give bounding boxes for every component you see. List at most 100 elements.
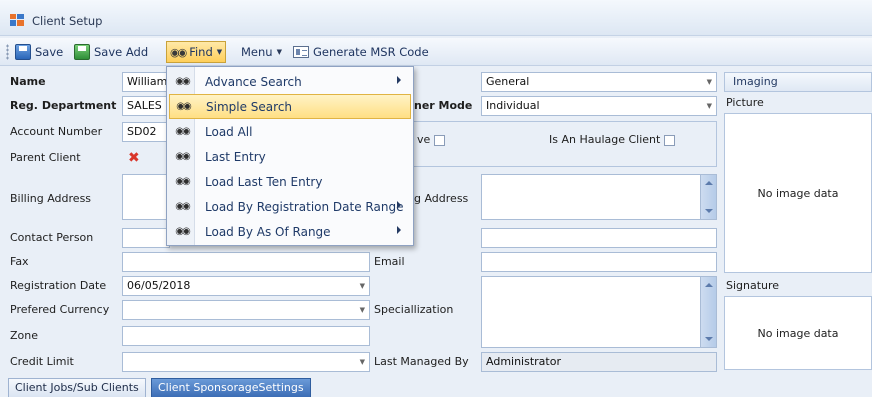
binoculars-icon: ◉◉ [175, 151, 190, 162]
account-number-label: Account Number [10, 125, 103, 138]
email-label: Email [374, 255, 405, 268]
haulage-checkbox-row[interactable]: Is An Haulage Client [549, 130, 676, 150]
generate-msr-button[interactable]: Generate MSR Code [290, 42, 432, 62]
credit-limit-label: Credit Limit [10, 355, 74, 368]
tab-client-jobs[interactable]: Client Jobs/Sub Clients [8, 378, 146, 397]
binoculars-icon: ◉◉ [170, 45, 187, 59]
reg-department-label: Reg. Department [10, 99, 117, 112]
haulage-checkbox[interactable] [664, 134, 676, 146]
save-add-button[interactable]: Save Add [71, 42, 151, 62]
registration-date-picker[interactable]: 06/05/2018 ▼ [122, 276, 370, 296]
menu-item-load-by-as-of-range[interactable]: ◉◉ Load By As Of Range [169, 219, 411, 244]
window-title: Client Setup [32, 14, 103, 28]
email-input[interactable] [481, 252, 717, 272]
credit-limit-select[interactable]: ▼ [122, 352, 370, 372]
submenu-arrow-icon [397, 201, 401, 209]
category-select[interactable]: General ▼ [481, 72, 717, 92]
menu-item-label: Simple Search [206, 99, 293, 114]
client-setup-window: Client Setup Save Save Add ◉◉ Find ▼ Men… [0, 0, 872, 397]
menu-item-simple-search[interactable]: ◉◉ Simple Search [169, 94, 411, 119]
chevron-down-icon[interactable]: ▼ [360, 301, 365, 319]
active-checkbox[interactable] [434, 134, 446, 146]
menu-item-label: Last Entry [205, 149, 266, 164]
owner-mode-value: Individual [486, 99, 540, 112]
registration-date-value: 06/05/2018 [127, 279, 191, 292]
preferred-currency-label: Prefered Currency [10, 303, 110, 316]
menu-item-advance-search[interactable]: ◉◉ Advance Search [169, 69, 411, 94]
menu-item-label: Load By As Of Range [205, 224, 331, 239]
chevron-down-icon[interactable]: ▼ [707, 73, 712, 91]
chevron-down-icon[interactable]: ▼ [360, 277, 365, 295]
owner-mode-select[interactable]: Individual ▼ [481, 96, 717, 116]
menu-item-load-all[interactable]: ◉◉ Load All [169, 119, 411, 144]
preferred-currency-select[interactable]: ▼ [122, 300, 370, 320]
shipping-address-input[interactable] [481, 174, 717, 220]
generate-msr-label: Generate MSR Code [313, 45, 429, 59]
id-card-icon [293, 46, 309, 58]
menu-item-last-entry[interactable]: ◉◉ Last Entry [169, 144, 411, 169]
client-flags-group: ve Is An Haulage Client [372, 121, 717, 167]
account-number-input[interactable]: SD02 [122, 122, 170, 142]
toolbar-grip[interactable] [6, 44, 9, 60]
picture-box[interactable]: No image data [724, 113, 872, 273]
toolbar: Save Save Add ◉◉ Find ▼ Menu ▼ Generate … [0, 38, 872, 66]
chevron-down-icon: ▼ [276, 48, 282, 56]
menu-label: Menu [241, 45, 273, 59]
menu-item-load-last-ten-entry[interactable]: ◉◉ Load Last Ten Entry [169, 169, 411, 194]
find-button[interactable]: ◉◉ Find ▼ [166, 41, 227, 63]
menu-item-label: Load By Registration Date Range [205, 199, 404, 214]
billing-address-input[interactable] [122, 174, 170, 220]
last-managed-by-value: Administrator [481, 352, 717, 372]
binoculars-icon: ◉◉ [175, 176, 190, 187]
reg-department-select[interactable]: SALES D [122, 96, 170, 116]
menu-button[interactable]: Menu ▼ [238, 42, 285, 62]
category-value: General [486, 75, 530, 88]
fax-input[interactable] [122, 252, 370, 272]
haulage-label: Is An Haulage Client [549, 133, 661, 146]
save-button[interactable]: Save [12, 42, 66, 62]
binoculars-icon: ◉◉ [175, 226, 190, 237]
specialization-input[interactable] [481, 276, 717, 348]
billing-address-label: Billing Address [10, 192, 92, 205]
last-managed-by-label: Last Managed By [374, 355, 469, 368]
zone-input[interactable] [122, 326, 370, 346]
owner-mode-label: ner Mode [414, 99, 473, 112]
active-label: ve [417, 133, 431, 146]
submenu-arrow-icon [397, 226, 401, 234]
menu-item-label: Load All [205, 124, 253, 139]
clear-parent-client-icon[interactable]: ✖ [128, 151, 140, 165]
parent-client-label: Parent Client [10, 151, 81, 164]
scrollbar[interactable] [700, 277, 716, 347]
fax-label: Fax [10, 255, 29, 268]
registration-date-label: Registration Date [10, 279, 107, 292]
menu-item-load-by-registration-date-range[interactable]: ◉◉ Load By Registration Date Range [169, 194, 411, 219]
menu-item-label: Load Last Ten Entry [205, 174, 323, 189]
name-input[interactable]: Williams [122, 72, 170, 92]
signature-box[interactable]: No image data [724, 296, 872, 370]
name-label: Name [10, 75, 46, 88]
save-label: Save [35, 45, 64, 59]
active-checkbox-row[interactable]: ve [417, 130, 446, 150]
specialization-label: Speciallization [374, 303, 454, 316]
shipping-contact-input[interactable] [481, 228, 717, 248]
imaging-header[interactable]: Imaging [724, 72, 872, 92]
zone-label: Zone [10, 329, 39, 342]
find-dropdown-menu: ◉◉ Advance Search ◉◉ Simple Search ◉◉ Lo… [166, 66, 414, 246]
save-add-icon [74, 44, 90, 60]
contact-person-label: Contact Person [10, 231, 94, 244]
chevron-down-icon[interactable]: ▼ [360, 353, 365, 371]
app-icon [10, 14, 24, 26]
signature-label: Signature [726, 279, 780, 292]
binoculars-icon: ◉◉ [175, 126, 190, 137]
scrollbar[interactable] [700, 175, 716, 219]
binoculars-icon: ◉◉ [176, 101, 191, 112]
contact-person-input[interactable] [122, 228, 170, 248]
tab-client-sponsorage-settings[interactable]: Client SponsorageSettings [151, 378, 311, 397]
shipping-address-label: g Address [414, 192, 469, 205]
binoculars-icon: ◉◉ [175, 76, 190, 87]
chevron-down-icon: ▼ [216, 48, 223, 56]
chevron-down-icon[interactable]: ▼ [707, 97, 712, 115]
submenu-arrow-icon [397, 76, 401, 84]
save-add-label: Save Add [94, 45, 149, 59]
find-label: Find [189, 45, 213, 59]
